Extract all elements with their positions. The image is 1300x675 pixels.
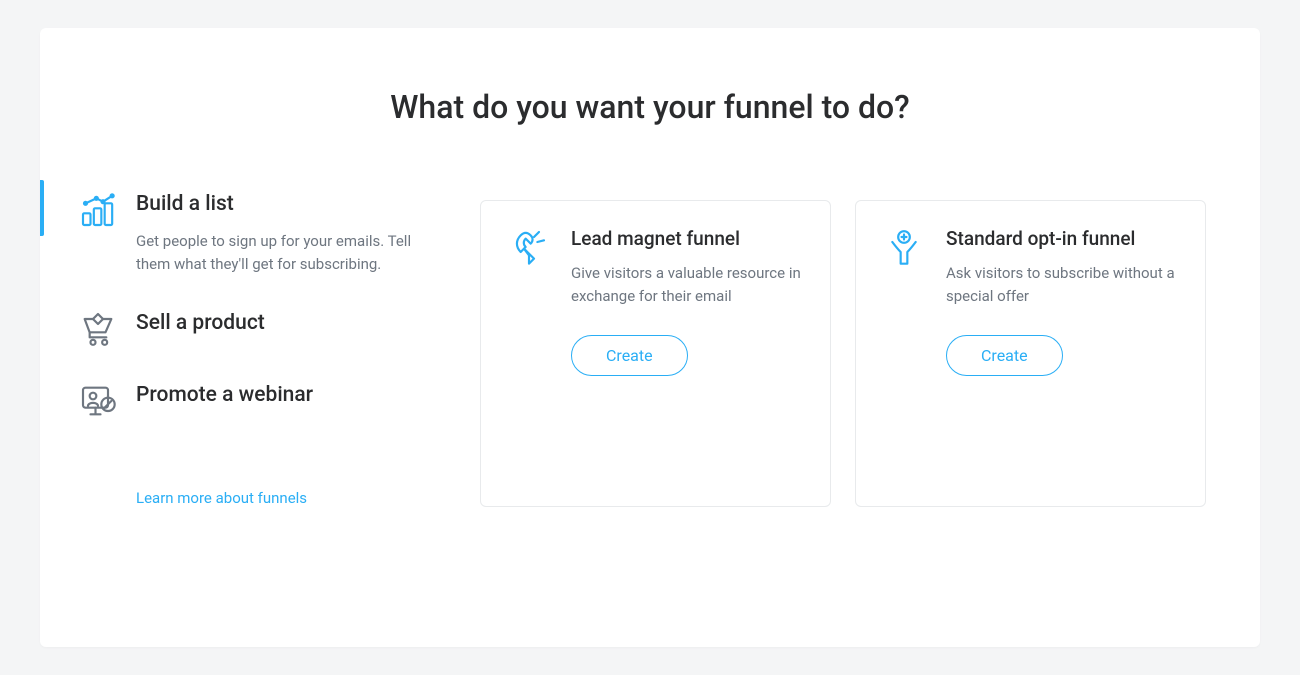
- sidebar-item-text: Sell a product: [136, 309, 460, 335]
- sidebar-item-title: Build a list: [136, 192, 460, 216]
- sidebar-item-title: Sell a product: [136, 311, 460, 335]
- sidebar-item-title: Promote a webinar: [136, 383, 460, 407]
- funnel-body: Standard opt-in funnel Ask visitors to s…: [946, 227, 1177, 309]
- chart-growth-icon: [78, 190, 118, 230]
- funnel-title: Standard opt-in funnel: [946, 227, 1177, 250]
- funnel-card-standard-optin: Standard opt-in funnel Ask visitors to s…: [855, 200, 1206, 507]
- funnel-top: Standard opt-in funnel Ask visitors to s…: [884, 227, 1177, 309]
- sidebar-item-sell-product[interactable]: Sell a product: [40, 305, 480, 377]
- shopping-cart-icon: [78, 309, 118, 349]
- create-standard-optin-button[interactable]: Create: [946, 335, 1063, 376]
- page-title: What do you want your funnel to do?: [40, 88, 1260, 126]
- funnel-options: Lead magnet funnel Give visitors a valua…: [480, 186, 1260, 507]
- funnel-description: Ask visitors to subscribe without a spec…: [946, 262, 1177, 309]
- magnet-funnel-icon: [509, 227, 549, 267]
- main-row: Build a list Get people to sign up for y…: [40, 186, 1260, 507]
- create-lead-magnet-button[interactable]: Create: [571, 335, 688, 376]
- webinar-icon: [78, 381, 118, 421]
- learn-more-link[interactable]: Learn more about funnels: [136, 489, 480, 507]
- sidebar-item-description: Get people to sign up for your emails. T…: [136, 230, 426, 277]
- funnel-card-lead-magnet: Lead magnet funnel Give visitors a valua…: [480, 200, 831, 507]
- funnel-description: Give visitors a valuable resource in exc…: [571, 262, 802, 309]
- funnel-setup-card: What do you want your funnel to do?: [40, 28, 1260, 647]
- sidebar-item-promote-webinar[interactable]: Promote a webinar: [40, 377, 480, 449]
- optin-funnel-icon: [884, 227, 924, 267]
- sidebar: Build a list Get people to sign up for y…: [40, 186, 480, 507]
- sidebar-item-text: Build a list Get people to sign up for y…: [136, 190, 460, 277]
- funnel-title: Lead magnet funnel: [571, 227, 802, 250]
- funnel-body: Lead magnet funnel Give visitors a valua…: [571, 227, 802, 309]
- sidebar-item-text: Promote a webinar: [136, 381, 460, 407]
- sidebar-item-build-list[interactable]: Build a list Get people to sign up for y…: [40, 186, 480, 305]
- funnel-top: Lead magnet funnel Give visitors a valua…: [509, 227, 802, 309]
